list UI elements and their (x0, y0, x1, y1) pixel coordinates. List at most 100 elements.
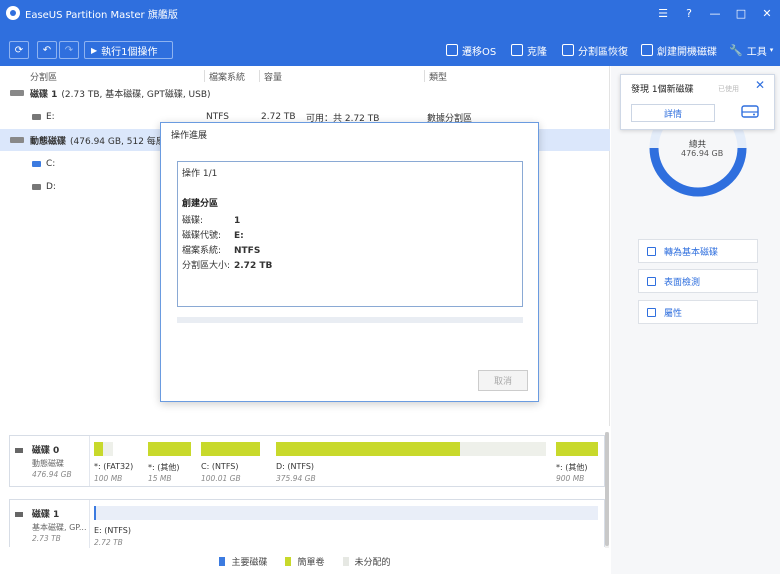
execute-label: 執行1個操作 (101, 46, 158, 58)
disk-map-info: 磁碟 0 動態磁碟 476.94 GB (15, 443, 72, 479)
legend-swatch (219, 556, 226, 566)
close-button[interactable]: ✕ (754, 0, 780, 26)
partition-name: E: (46, 112, 55, 122)
clone-button[interactable]: 克隆 (511, 42, 547, 58)
legend-swatch (285, 556, 292, 566)
legend-swatch (342, 556, 349, 566)
redo-button[interactable]: ↷ (59, 41, 79, 59)
app-logo-icon (6, 6, 20, 20)
migrate-os-button[interactable]: 遷移OS (446, 42, 496, 58)
dynamic-disk-info: (476.94 GB, 512 每扇區 (70, 136, 174, 147)
windows-partition-icon (32, 161, 41, 167)
notification-corner-text: 已使用 (718, 85, 739, 93)
surface-test-button[interactable]: 表面檢測 (638, 269, 758, 293)
close-icon[interactable]: ✕ (755, 78, 765, 92)
execute-operations-button[interactable]: ▶ 執行1個操作 (84, 41, 173, 59)
clone-icon (511, 44, 523, 56)
create-bootable-button[interactable]: 創建開機磁碟 (641, 42, 717, 58)
play-icon: ▶ (91, 45, 98, 55)
undo-button[interactable]: ↶ (37, 41, 57, 59)
detail-filesystem: 檔案系統: NTFS (182, 246, 261, 256)
create-bootable-label: 創建開機磁碟 (657, 46, 717, 58)
cancel-button[interactable]: 取消 (478, 370, 528, 391)
disk-map-name: 磁碟 0 (31, 446, 60, 456)
legend-unallocated: 未分配的 (342, 555, 391, 568)
disk-icon (10, 90, 24, 96)
segment-size: 2.72 TB (94, 538, 123, 547)
segment-label: D: (NTFS) (276, 462, 315, 471)
legend-label: 簡單卷 (297, 557, 325, 568)
segment-label: *: (其他) (148, 463, 180, 472)
tools-button[interactable]: 🔧 工具 ▾ (729, 42, 773, 58)
partition-recovery-button[interactable]: 分割區恢復 (562, 42, 628, 58)
surface-test-label: 表面檢測 (664, 277, 701, 288)
partition-icon (32, 184, 41, 190)
operation-step: 操作 1/1 (182, 169, 218, 179)
segment-label: C: (NTFS) (201, 462, 239, 471)
help-icon[interactable]: ? (676, 0, 702, 26)
disk-icon (10, 137, 24, 143)
migrate-os-icon (446, 44, 458, 56)
convert-icon (647, 246, 656, 256)
progress-bar (177, 317, 523, 323)
detail-drive-letter: 磁碟代號: E: (182, 231, 244, 241)
partition-recovery-label: 分割區恢復 (578, 46, 628, 58)
convert-to-basic-button[interactable]: 轉為基本磁碟 (638, 239, 758, 263)
segment-label: E: (NTFS) (94, 526, 131, 535)
minimize-button[interactable]: — (702, 0, 728, 26)
surface-test-icon (647, 276, 656, 286)
new-disk-notification: 發現 1個新磁碟 已使用 ✕ 詳情 (620, 74, 775, 130)
menu-icon[interactable]: ☰ (650, 0, 676, 26)
disk-1-info: (2.73 TB, 基本磁碟, GPT磁碟, USB) (61, 89, 211, 100)
title-bar: EaseUS Partition Master 旗艦版 ☰ ? — □ ✕ (0, 0, 780, 26)
partition-filesystem: NTFS (206, 112, 229, 122)
clone-label: 克隆 (527, 46, 547, 58)
detail-disk: 磁碟: 1 (182, 216, 241, 226)
disk-icon (15, 448, 23, 453)
disk-row-1[interactable]: 磁碟 1 (2.73 TB, 基本磁碟, GPT磁碟, USB) (0, 82, 610, 104)
segment-label: *: (FAT32) (94, 462, 134, 471)
legend-simple: 簡單卷 (285, 555, 325, 568)
undo-icon: ↶ (42, 44, 52, 56)
segment-size: 375.94 GB (276, 474, 316, 483)
properties-button[interactable]: 屬性 (638, 300, 758, 324)
segment-size: 900 MB (556, 474, 585, 483)
details-button[interactable]: 詳情 (631, 104, 715, 122)
disk-drive-icon (741, 105, 759, 118)
operation-progress-dialog: 操作進展 操作 1/1 創建分區 磁碟: 1 磁碟代號: E: 檔案系統: NTFS … (160, 122, 539, 402)
dialog-title: 操作進展 (171, 131, 208, 141)
legend-label: 未分配的 (354, 557, 391, 568)
maximize-button[interactable]: □ (728, 0, 754, 26)
segment-size: 100 MB (94, 474, 123, 483)
chevron-down-icon: ▾ (769, 46, 774, 54)
operation-details-box: 操作 1/1 創建分區 磁碟: 1 磁碟代號: E: 檔案系統: NTFS 分割區大小… (177, 161, 523, 307)
refresh-button[interactable]: ⟳ (9, 41, 29, 59)
segment-size: 15 MB (148, 474, 172, 483)
disk-1-label: 磁碟 1 (30, 89, 58, 100)
dynamic-disk-label: 動態磁碟 (30, 136, 67, 147)
properties-icon (647, 307, 656, 317)
disk-map-type: 基本磁碟, GP... (32, 523, 87, 532)
donut-total-value: 476.94 GB (681, 149, 724, 158)
disk-map-info: 磁碟 1 基本磁碟, GP... 2.73 TB (15, 507, 87, 543)
partition-name: C: (46, 159, 56, 169)
wrench-icon: 🔧 (729, 43, 743, 57)
disk-map-scrollbar[interactable] (605, 432, 609, 548)
refresh-icon: ⟳ (14, 44, 24, 56)
toolbar: ⟳ ↶ ↷ ▶ 執行1個操作 遷移OS 克隆 分割區恢復 創建開機磁碟 🔧 工具… (0, 26, 780, 66)
disk-icon (15, 512, 23, 517)
migrate-os-label: 遷移OS (462, 46, 497, 58)
legend-primary: 主要磁碟 (219, 555, 267, 568)
detail-partition-size: 分割區大小: 2.72 TB (182, 261, 273, 271)
disk-map-size: 2.73 TB (32, 534, 61, 543)
convert-basic-label: 轉為基本磁碟 (664, 247, 719, 258)
partition-capacity: 2.72 TB (261, 112, 296, 122)
operation-name: 創建分區 (182, 199, 219, 209)
disk-map-card-1[interactable]: 磁碟 1 基本磁碟, GP... 2.73 TB E: (NTFS) 2.72 … (9, 499, 605, 548)
disk-map-card-0[interactable]: 磁碟 0 動態磁碟 476.94 GB *: (FAT32) 100 MB *:… (9, 435, 605, 487)
disk-map-size: 476.94 GB (32, 470, 72, 479)
window-title: EaseUS Partition Master 旗艦版 (25, 9, 178, 21)
redo-icon: ↷ (64, 44, 74, 56)
properties-label: 屬性 (664, 308, 683, 319)
legend-label: 主要磁碟 (231, 557, 268, 568)
